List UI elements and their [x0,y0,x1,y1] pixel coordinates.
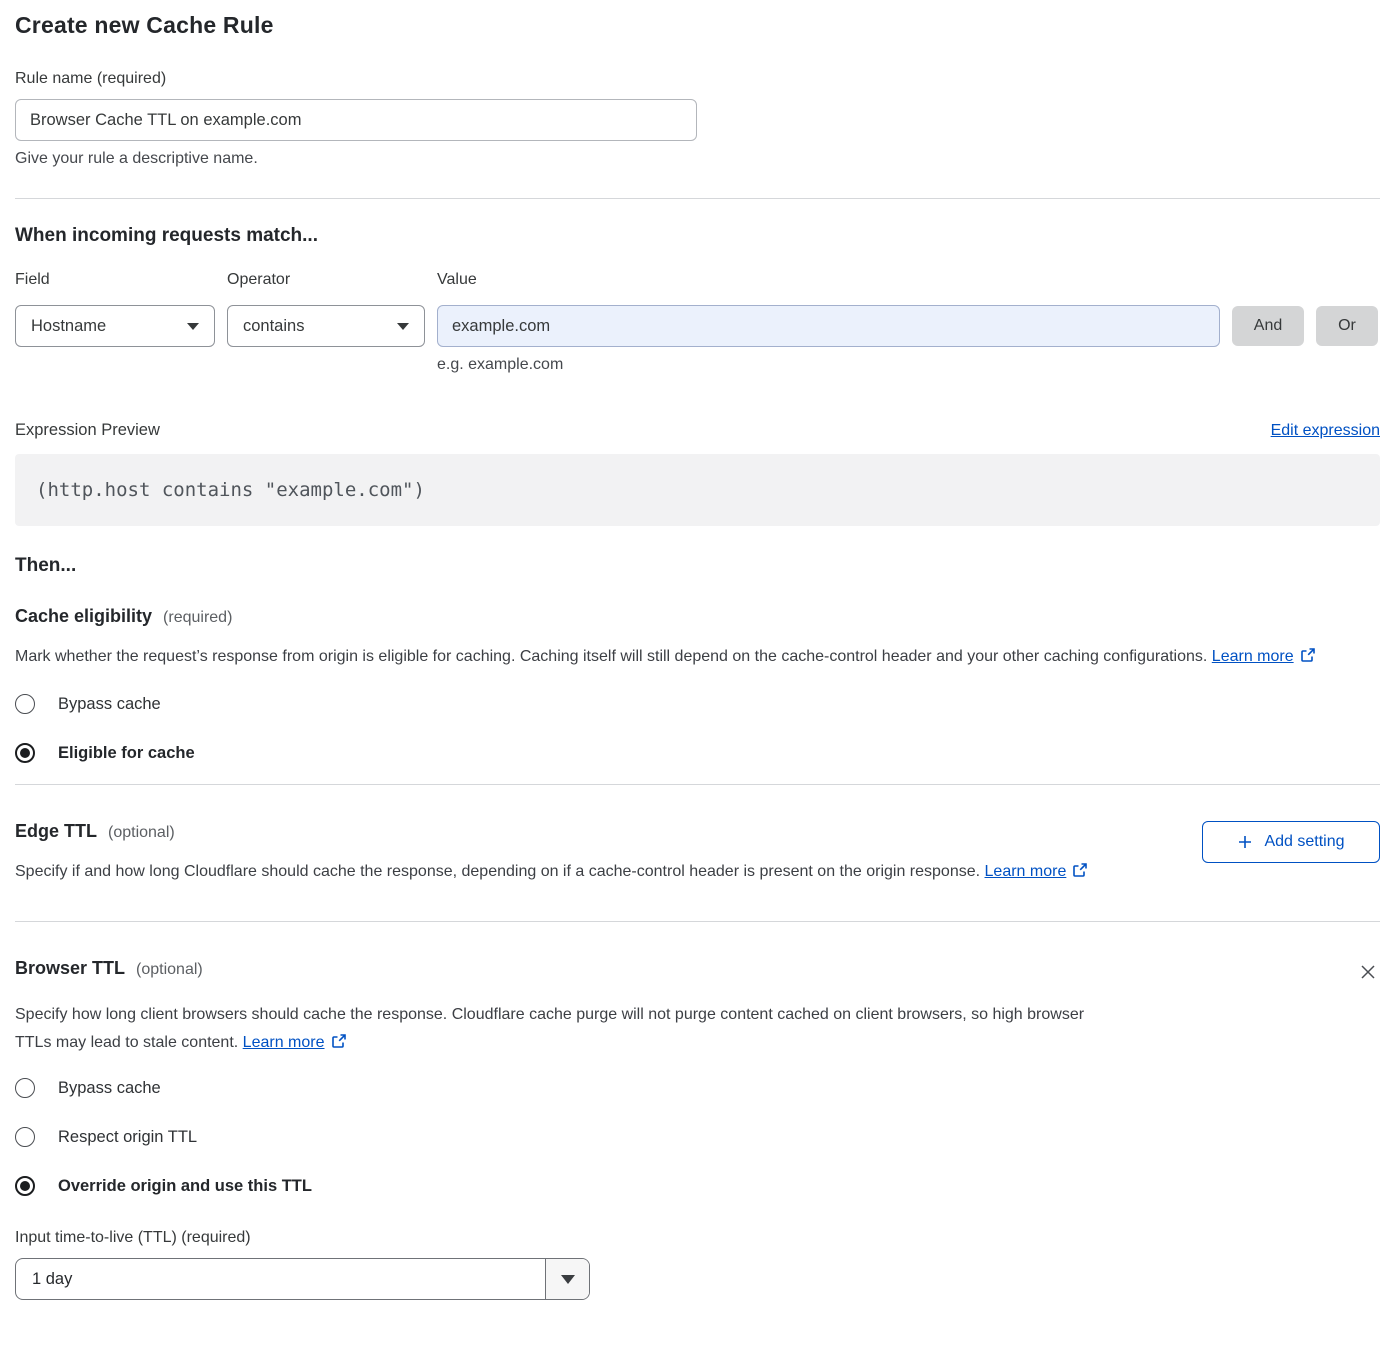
edge-ttl-title: Edge TTL [15,821,97,842]
expression-code: (http.host contains "example.com") [36,479,425,501]
edge-ttl-description-text: Specify if and how long Cloudflare shoul… [15,863,985,880]
divider [15,198,1380,199]
radio-label: Eligible for cache [58,744,195,763]
expression-code-block: (http.host contains "example.com") [15,454,1380,526]
cache-eligibility-qualifier: (required) [163,609,232,627]
operator-label: Operator [227,271,425,289]
cache-eligibility-title: Cache eligibility [15,606,152,627]
radio-option-browser-bypass-cache[interactable]: Bypass cache [15,1078,1380,1098]
browser-ttl-description-text: Specify how long client browsers should … [15,1006,1084,1051]
close-icon [1358,962,1378,982]
radio-label: Bypass cache [58,1079,161,1098]
match-controls-row: Hostname contains And Or [15,305,1380,347]
radio-icon[interactable] [15,1078,35,1098]
cache-eligibility-header: Cache eligibility (required) [15,606,1380,627]
learn-more-label: Learn more [1212,648,1294,665]
value-label: Value [437,271,1220,289]
radio-icon-checked[interactable] [15,1176,35,1196]
remove-browser-ttl-button[interactable] [1356,960,1380,987]
radio-icon[interactable] [15,694,35,714]
radio-option-override-origin-ttl[interactable]: Override origin and use this TTL [15,1176,1380,1196]
value-input[interactable] [437,305,1220,347]
browser-ttl-qualifier: (optional) [136,961,203,979]
ttl-input-label: Input time-to-live (TTL) (required) [15,1229,1380,1247]
cache-eligibility-description: Mark whether the request’s response from… [15,643,1347,671]
external-link-icon [1072,862,1088,878]
edge-ttl-qualifier: (optional) [108,824,175,842]
radio-option-respect-origin-ttl[interactable]: Respect origin TTL [15,1127,1380,1147]
external-link-icon [1300,647,1316,663]
and-button[interactable]: And [1232,306,1304,346]
field-select-value: Hostname [31,317,106,336]
browser-ttl-header: Browser TTL (optional) [15,958,203,979]
radio-icon[interactable] [15,1127,35,1147]
ttl-select-arrow-button[interactable] [545,1259,589,1299]
operator-select[interactable]: contains [227,305,425,347]
chevron-down-icon [187,323,199,330]
value-hint: e.g. example.com [437,356,1380,374]
learn-more-label: Learn more [243,1034,325,1051]
field-label: Field [15,271,215,289]
cache-eligibility-learn-more-link[interactable]: Learn more [1212,648,1316,665]
then-heading: Then... [15,555,1380,577]
browser-ttl-description: Specify how long client browsers should … [15,1001,1093,1057]
rule-name-label: Rule name (required) [15,70,1380,88]
or-button[interactable]: Or [1316,306,1378,346]
field-select[interactable]: Hostname [15,305,215,347]
chevron-down-icon [561,1275,575,1284]
rule-name-input[interactable] [15,99,697,141]
learn-more-label: Learn more [985,863,1067,880]
ttl-select[interactable]: 1 day [15,1258,590,1300]
create-cache-rule-form: Create new Cache Rule Rule name (require… [0,0,1400,1318]
match-section-heading: When incoming requests match... [15,225,1380,247]
edit-expression-link[interactable]: Edit expression [1271,422,1380,440]
divider [15,784,1380,785]
external-link-icon [331,1033,347,1049]
edge-ttl-learn-more-link[interactable]: Learn more [985,863,1089,880]
add-setting-label: Add setting [1264,833,1344,851]
browser-ttl-title: Browser TTL [15,958,125,979]
browser-ttl-learn-more-link[interactable]: Learn more [243,1034,347,1051]
add-setting-button[interactable]: Add setting [1202,821,1380,863]
radio-icon-checked[interactable] [15,743,35,763]
browser-ttl-section-header: Browser TTL (optional) [15,958,1380,987]
radio-label: Override origin and use this TTL [58,1177,312,1196]
radio-option-eligible-for-cache[interactable]: Eligible for cache [15,743,1380,763]
match-labels-row: Field Operator Value [15,271,1380,289]
plus-icon [1237,834,1253,850]
edge-ttl-section-header: Edge TTL (optional) Specify if and how l… [15,821,1380,886]
ttl-select-value: 1 day [16,1259,545,1299]
edge-ttl-description: Specify if and how long Cloudflare shoul… [15,858,1088,886]
expression-preview-label: Expression Preview [15,421,160,440]
edge-ttl-header: Edge TTL (optional) [15,821,1088,842]
radio-option-bypass-cache[interactable]: Bypass cache [15,694,1380,714]
edge-ttl-left: Edge TTL (optional) Specify if and how l… [15,821,1088,886]
operator-select-value: contains [243,317,304,336]
page-title: Create new Cache Rule [15,12,1380,39]
divider [15,921,1380,922]
chevron-down-icon [397,323,409,330]
rule-name-help: Give your rule a descriptive name. [15,150,1380,168]
cache-eligibility-description-text: Mark whether the request’s response from… [15,648,1212,665]
radio-label: Respect origin TTL [58,1128,197,1147]
radio-label: Bypass cache [58,695,161,714]
expression-header-row: Expression Preview Edit expression [15,421,1380,440]
